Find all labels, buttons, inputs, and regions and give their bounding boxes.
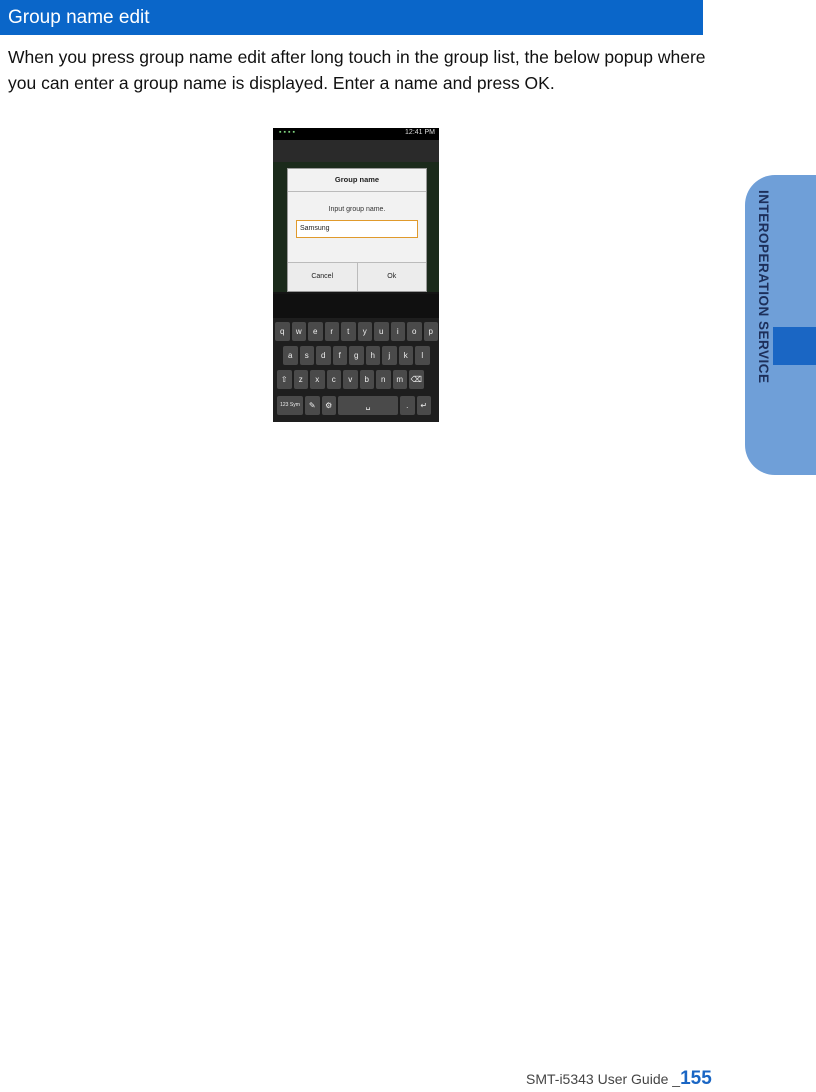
page-number: 155 — [680, 1068, 712, 1089]
keyboard-row-1: qwertyuiop — [275, 322, 438, 341]
cancel-button[interactable]: Cancel — [288, 263, 357, 291]
keyboard-key[interactable]: g — [349, 346, 364, 365]
dialog-title: Group name — [288, 169, 426, 192]
keyboard-key[interactable]: ✎ — [305, 396, 320, 415]
keyboard-key[interactable]: ␣ — [338, 396, 398, 415]
phone-screenshot: ▪▪▪▪ 12:41 PM Group name Input group nam… — [273, 128, 439, 422]
keyboard-key[interactable]: k — [398, 346, 413, 365]
status-bar: ▪▪▪▪ 12:41 PM — [273, 128, 439, 140]
keyboard-key[interactable]: q — [275, 322, 290, 341]
status-time: 12:41 PM — [405, 129, 435, 136]
keyboard-key[interactable]: t — [341, 322, 356, 341]
keyboard-row-4: 123 Sym ✎ ⚙ ␣. ↵ — [277, 396, 431, 415]
ok-button[interactable]: Ok — [356, 263, 426, 291]
keyboard-key[interactable]: v — [343, 370, 358, 389]
keyboard-key[interactable]: d — [316, 346, 331, 365]
side-tab-label: INTEROPERATION SERVICE — [756, 190, 771, 384]
keyboard-row-2: asdfghjkl — [283, 346, 430, 365]
soft-keyboard: qwertyuiop asdfghjkl ⇧ z x c v b n m ⌫ 123 Sym ✎ ⚙… — [273, 318, 439, 422]
keyboard-key[interactable]: ⇧ — [277, 370, 292, 389]
app-bar — [273, 140, 439, 162]
keyboard-key[interactable]: f — [332, 346, 347, 365]
group-name-input[interactable]: Samsung — [296, 220, 418, 238]
page-footer: SMT-i5343 User Guide _155 — [526, 1068, 712, 1090]
keyboard-key[interactable]: e — [308, 322, 323, 341]
keyboard-row-3: ⇧ z x c v b n m ⌫ — [277, 370, 424, 389]
dialog-prompt: Input group name. — [328, 206, 386, 213]
side-tab-highlight — [773, 327, 816, 365]
keyboard-key[interactable]: i — [390, 322, 405, 341]
dialog-buttons: Cancel Ok — [288, 262, 426, 291]
keyboard-key[interactable]: s — [299, 346, 314, 365]
keyboard-key[interactable]: p — [423, 322, 438, 341]
keyboard-key[interactable]: u — [374, 322, 389, 341]
keyboard-key[interactable]: l — [415, 346, 430, 365]
section-title: Group name edit — [0, 0, 703, 35]
keyboard-key[interactable]: j — [382, 346, 397, 365]
keyboard-key[interactable]: x — [310, 370, 325, 389]
keyboard-key[interactable]: a — [283, 346, 298, 365]
keyboard-key[interactable]: o — [407, 322, 422, 341]
body-paragraph: When you press group name edit after lon… — [8, 47, 706, 93]
keyboard-key[interactable]: . — [400, 396, 415, 415]
keyboard-key[interactable]: y — [357, 322, 372, 341]
status-icons: ▪▪▪▪ — [279, 129, 297, 136]
keyboard-key[interactable]: h — [365, 346, 380, 365]
footer-guide-name: SMT-i5343 User Guide _ — [526, 1071, 681, 1087]
keyboard-key[interactable]: b — [359, 370, 374, 389]
keyboard-key[interactable]: n — [376, 370, 391, 389]
keyboard-key[interactable]: z — [293, 370, 308, 389]
keyboard-top-bar — [273, 294, 439, 318]
keyboard-key[interactable]: r — [324, 322, 339, 341]
group-name-dialog: Group name Input group name. Samsung Can… — [287, 168, 427, 292]
keyboard-key[interactable]: ⌫ — [409, 370, 424, 389]
keyboard-key[interactable]: ⚙ — [321, 396, 336, 415]
chapter-side-tab: INTEROPERATION SERVICE — [745, 175, 816, 475]
keyboard-key[interactable]: m — [392, 370, 407, 389]
keyboard-key[interactable]: c — [326, 370, 341, 389]
keyboard-key[interactable]: 123 Sym — [277, 396, 303, 415]
keyboard-key[interactable]: ↵ — [416, 396, 431, 415]
keyboard-key[interactable]: w — [291, 322, 306, 341]
